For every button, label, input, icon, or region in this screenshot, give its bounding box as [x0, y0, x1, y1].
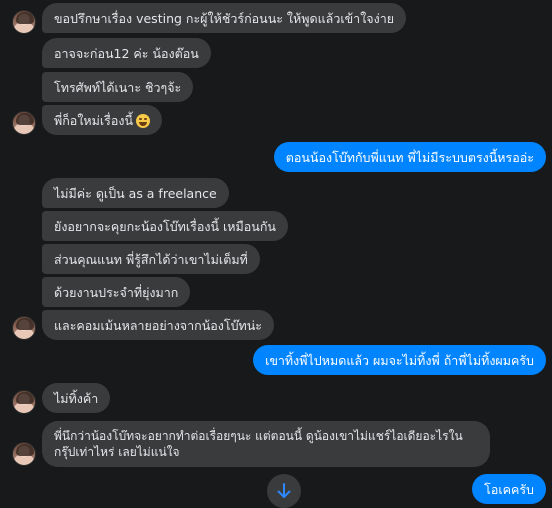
- message-bubble-incoming[interactable]: พี่นึกว่าน้องโบ๊ทจะอยากทำต่อเรื่อยๆนะ แต…: [42, 421, 490, 467]
- message-text: ขอปรึกษาเรื่อง vesting กะผู้ให้ชัวร์ก่อน…: [54, 11, 395, 26]
- message-text: และคอมเม้นหลายอย่างจากน้องโบ๊ทน่ะ: [54, 318, 263, 333]
- message-bubble-incoming[interactable]: ขอปรึกษาเรื่อง vesting กะผู้ให้ชัวร์ก่อน…: [42, 3, 407, 33]
- contact-avatar[interactable]: [12, 442, 36, 466]
- arrow-down-icon: [277, 483, 291, 498]
- message-bubble-incoming[interactable]: ยังอยากจะคุยกะน้องโบ๊ทเรื่องนี้ เหมือนกั…: [42, 211, 288, 241]
- message-bubble-incoming[interactable]: ด้วยงานประจำที่ยุ่งมาก: [42, 277, 191, 307]
- contact-avatar[interactable]: [12, 390, 36, 414]
- contact-avatar[interactable]: [12, 316, 36, 340]
- chat-thread: ขอปรึกษาเรื่อง vesting กะผู้ให้ชัวร์ก่อน…: [0, 0, 552, 508]
- message-text: ตอนน้องโบ๊ทกับพี่แนท พี่ไม่มีระบบตรงนี้ห…: [285, 150, 534, 165]
- message-text: ไม่มีค่ะ ดูเป็น as a freelance: [54, 186, 217, 201]
- message-bubble-incoming[interactable]: ส่วนคุณแนท พี่รู้สึกได้ว่าเขาไม่เต็มที่: [42, 244, 260, 274]
- message-text: ไม่ทิ้งค้า: [54, 391, 99, 406]
- message-bubble-incoming[interactable]: ไม่ทิ้งค้า: [42, 383, 111, 413]
- message-bubble-incoming[interactable]: พี่ก็อใหม่เรื่องนี้: [42, 105, 163, 135]
- message-text: ยังอยากจะคุยกะน้องโบ๊ทเรื่องนี้ เหมือนกั…: [54, 219, 276, 234]
- message-bubble-outgoing[interactable]: ตอนน้องโบ๊ทกับพี่แนท พี่ไม่มีระบบตรงนี้ห…: [273, 142, 546, 172]
- message-bubble-incoming[interactable]: และคอมเม้นหลายอย่างจากน้องโบ๊ทน่ะ: [42, 310, 275, 340]
- message-text: อาจจะก่อน12 ค่ะ น้องต๊อน: [54, 46, 199, 61]
- message-text: โทรศัพท์ได้เนาะ ชิวๆจ้ะ: [54, 80, 182, 95]
- message-text: ส่วนคุณแนท พี่รู้สึกได้ว่าเขาไม่เต็มที่: [54, 252, 248, 267]
- rolling-laughing-emoji-icon: [136, 114, 151, 128]
- message-text: พี่นึกว่าน้องโบ๊ทจะอยากทำต่อเรื่อยๆนะ แต…: [54, 429, 463, 459]
- message-bubble-incoming[interactable]: อาจจะก่อน12 ค่ะ น้องต๊อน: [42, 38, 211, 68]
- message-text: ด้วยงานประจำที่ยุ่งมาก: [54, 285, 179, 300]
- message-bubble-incoming[interactable]: ไม่มีค่ะ ดูเป็น as a freelance: [42, 178, 229, 208]
- message-text: พี่ก็อใหม่เรื่องนี้: [54, 113, 134, 128]
- scroll-to-bottom-button[interactable]: [267, 474, 301, 508]
- contact-avatar[interactable]: [12, 111, 36, 135]
- message-text: โอเคครับ: [484, 482, 534, 497]
- message-bubble-incoming[interactable]: โทรศัพท์ได้เนาะ ชิวๆจ้ะ: [42, 72, 194, 102]
- contact-avatar[interactable]: [12, 10, 36, 34]
- message-bubble-outgoing[interactable]: โอเคครับ: [472, 474, 546, 504]
- message-text: เขาทิ้งพี่ไปหมดแล้ว ผมจะไม่ทิ้งพี่ ถ้าพี…: [265, 353, 534, 368]
- message-bubble-outgoing[interactable]: เขาทิ้งพี่ไปหมดแล้ว ผมจะไม่ทิ้งพี่ ถ้าพี…: [253, 345, 546, 375]
